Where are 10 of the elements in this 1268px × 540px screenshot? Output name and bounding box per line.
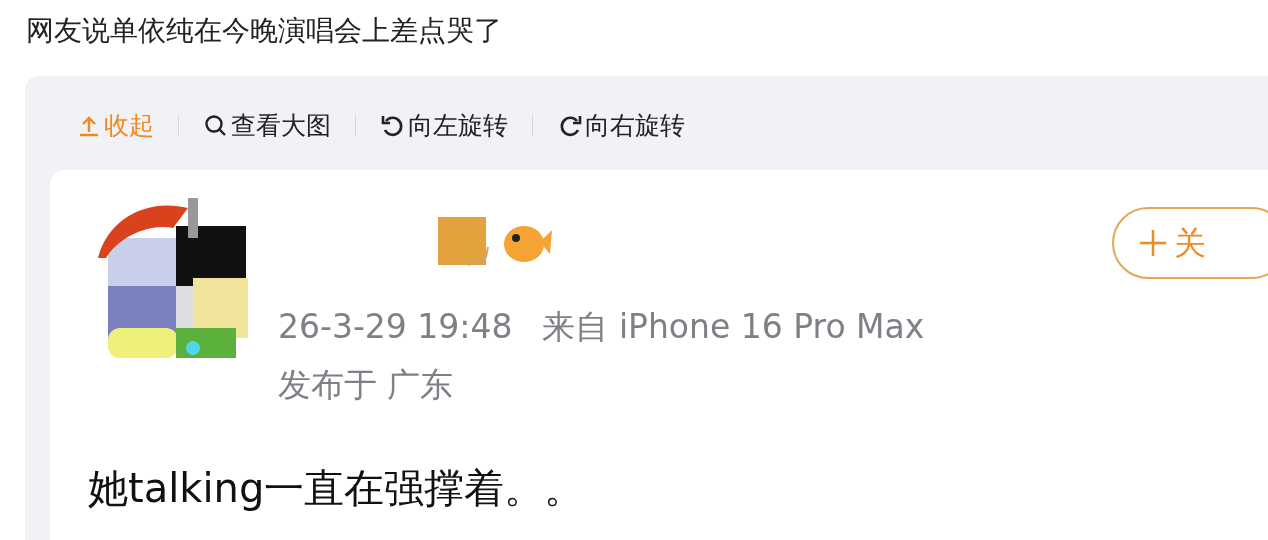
zoom-button[interactable]: 查看大图 [203,107,331,145]
rotate-right-button[interactable]: 向右旋转 [557,107,685,145]
plus-icon [1138,228,1168,258]
headline: 网友说单依纯在今晚演唱会上差点哭了 [25,13,503,49]
post-text: 她talking一直在强撑着。。 [88,464,586,513]
rotate-left-button[interactable]: 向左旋转 [380,107,508,145]
post-time: 26-3-29 19:48 [278,306,513,348]
post-source: 来自 iPhone 16 Pro Max [542,306,925,348]
post-location: 发布于 广东 [278,364,455,406]
badge-icon [438,217,490,269]
